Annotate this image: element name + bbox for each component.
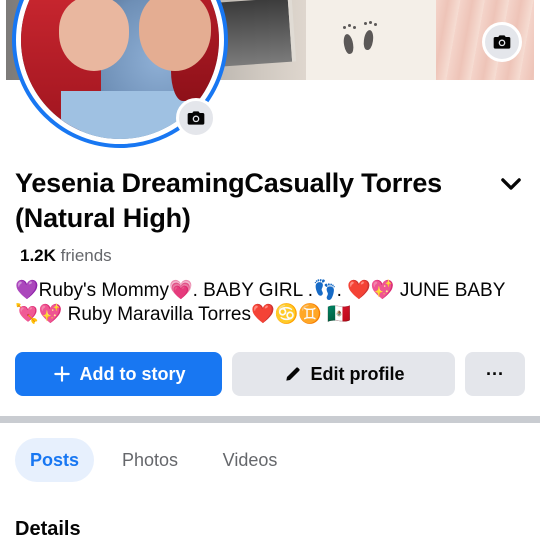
tab-videos[interactable]: Videos <box>208 438 292 482</box>
more-options-button[interactable]: ··· <box>465 352 525 396</box>
cover-camera-button[interactable] <box>482 22 522 62</box>
camera-icon <box>493 35 511 49</box>
tab-photos-label: Photos <box>121 449 179 470</box>
camera-icon <box>187 111 205 125</box>
profile-name: Yesenia DreamingCasually Torres (Natural… <box>15 168 442 233</box>
friends-label: friends <box>60 246 112 265</box>
friends-number: 1.2K <box>20 246 56 265</box>
plus-icon <box>53 366 70 382</box>
edit-profile-label: Edit profile <box>310 363 405 384</box>
avatar-camera-button[interactable] <box>176 98 216 138</box>
tab-photos[interactable]: Photos <box>110 438 190 482</box>
add-to-story-button[interactable]: Add to story <box>15 352 222 396</box>
cover-footprint-card <box>306 0 436 80</box>
section-divider <box>0 416 540 423</box>
add-to-story-label: Add to story <box>79 363 186 384</box>
details-heading: Details <box>15 518 81 540</box>
edit-profile-button[interactable]: Edit profile <box>232 352 455 396</box>
tab-videos-label: Videos <box>222 449 278 470</box>
pencil-icon <box>285 367 300 381</box>
profile-bio: 💜Ruby's Mommy💗. BABY GIRL .👣. ❤️💖 JUNE B… <box>15 280 506 325</box>
tab-posts-label: Posts <box>29 449 80 470</box>
cover-ultrasound-image <box>217 0 297 67</box>
chevron-down-icon[interactable] <box>497 170 525 198</box>
more-dots-icon: ··· <box>486 363 504 384</box>
friends-count[interactable]: 1.2K friends <box>20 245 112 267</box>
profile-page: Yesenia DreamingCasually Torres (Natural… <box>0 0 540 540</box>
tab-posts[interactable]: Posts <box>15 438 94 482</box>
